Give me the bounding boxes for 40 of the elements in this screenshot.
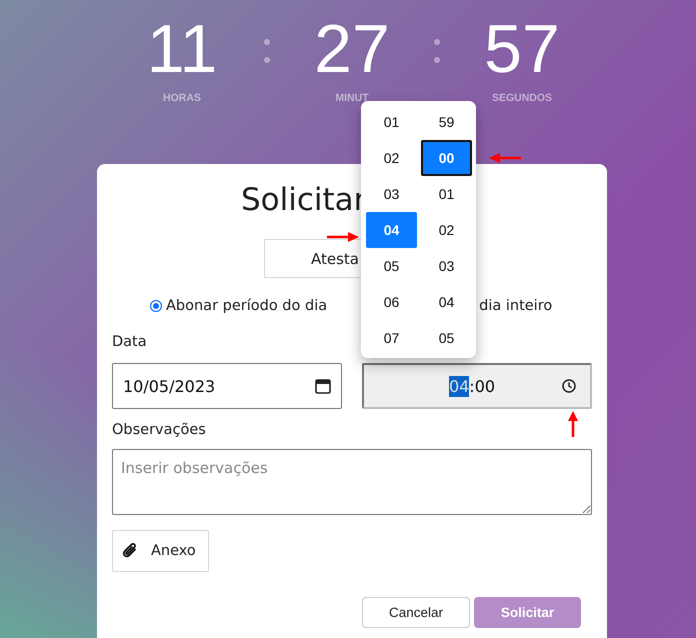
- hour-option[interactable]: 06: [366, 284, 417, 320]
- colon-separator-icon: [264, 39, 270, 63]
- hour-option[interactable]: 07: [366, 320, 417, 356]
- minute-segment[interactable]: :00: [469, 376, 496, 396]
- minute-option[interactable]: 04: [421, 284, 472, 320]
- hour-option[interactable]: 02: [366, 140, 417, 176]
- attach-button[interactable]: Anexo: [112, 530, 209, 572]
- radio-button[interactable]: [150, 300, 162, 312]
- countdown-label: SEGUNDOS: [492, 92, 552, 104]
- hour-segment[interactable]: 04: [448, 376, 470, 396]
- hour-option[interactable]: 01: [366, 104, 417, 140]
- time-field[interactable]: 04:00: [362, 363, 592, 409]
- countdown-label: MINUT: [335, 92, 369, 104]
- notes-field[interactable]: Inserir observações: [112, 449, 592, 515]
- minute-option[interactable]: 02: [421, 212, 472, 248]
- countdown-label: HORAS: [163, 92, 201, 104]
- annotation-arrow: [566, 410, 580, 438]
- cancel-button[interactable]: Cancelar: [362, 597, 470, 628]
- hour-option[interactable]: 03: [366, 176, 417, 212]
- minute-option[interactable]: 05: [421, 320, 472, 356]
- field-label: Data: [112, 334, 147, 352]
- countdown-value: 57: [484, 14, 560, 84]
- dialog-title: Solicitar: [241, 182, 366, 218]
- field-label: Observações: [112, 422, 206, 440]
- paperclip-icon: [122, 543, 138, 559]
- countdown-value: 27: [314, 14, 390, 84]
- annotation-arrow: [488, 152, 522, 164]
- date-field[interactable]: 10/05/2023: [112, 363, 342, 409]
- clock-icon: [562, 379, 576, 393]
- minute-option[interactable]: 03: [421, 248, 472, 284]
- colon-separator-icon: [434, 39, 440, 63]
- annotation-arrow: [326, 231, 360, 243]
- option-label: dia inteiro: [479, 298, 552, 314]
- minute-option[interactable]: 01: [421, 176, 472, 212]
- option-label: Abonar período do dia: [166, 298, 328, 314]
- minute-option[interactable]: 00: [421, 140, 472, 176]
- calendar-icon: [315, 378, 331, 394]
- minute-option[interactable]: 59: [421, 104, 472, 140]
- hour-option[interactable]: 04: [366, 212, 417, 248]
- countdown-value: 11: [146, 14, 218, 84]
